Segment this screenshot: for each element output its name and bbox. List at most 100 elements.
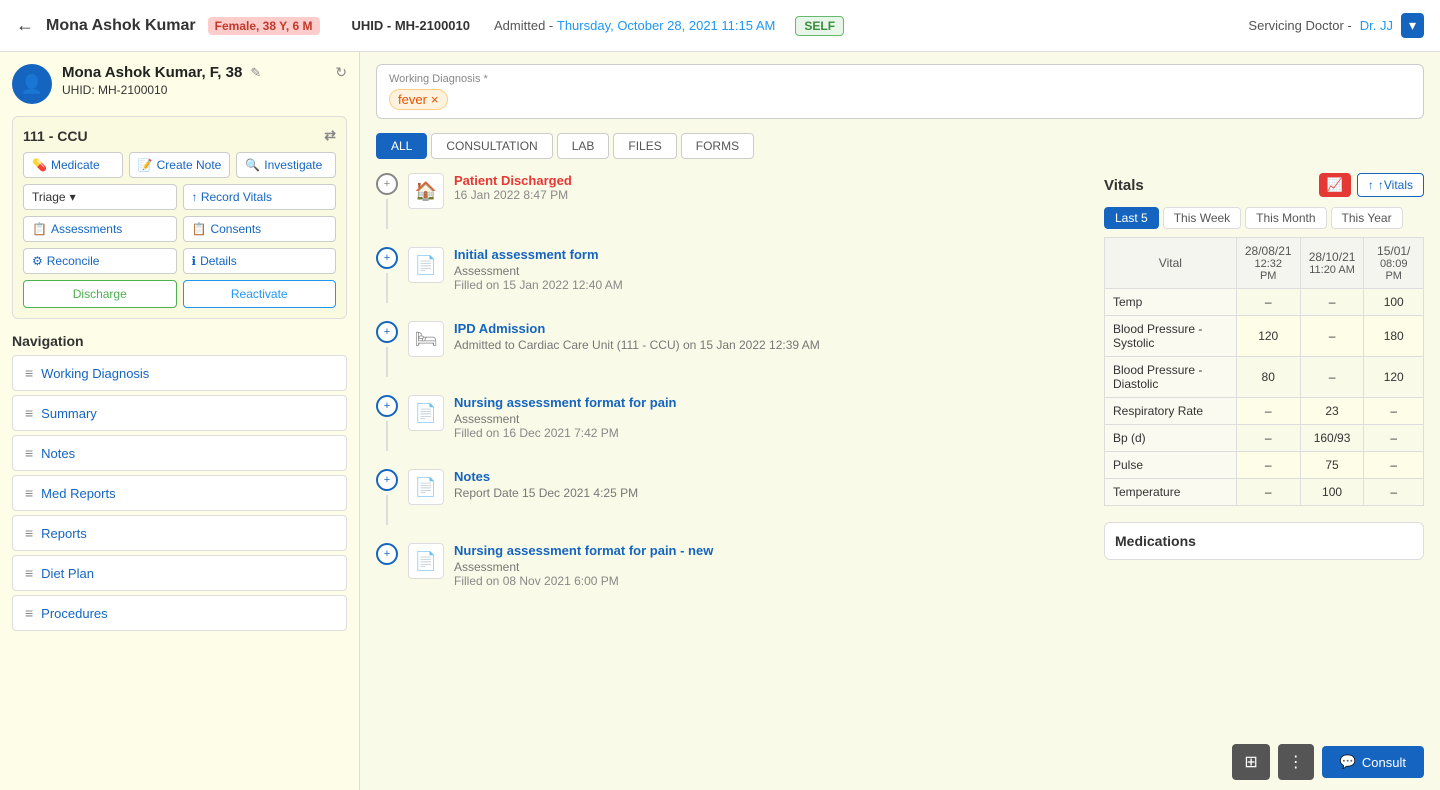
tl-expand-nursing-pain-new[interactable]: + [376,543,398,565]
grid-view-button[interactable]: ⊞ [1232,744,1269,780]
ward-box: 111 - CCU ⇄ 💊 Medicate 📝 Create Note 🔍 I… [12,116,347,319]
nav-item-reports[interactable]: ≡Reports [12,515,347,551]
tab-all[interactable]: ALL [376,133,427,159]
nav-item-summary[interactable]: ≡Summary [12,395,347,431]
timeline-column: + 🏠 Patient Discharged 16 Jan 2022 8:47 … [376,173,1088,606]
patient-info: Mona Ashok Kumar, F, 38 ✎ UHID: MH-21000… [62,64,325,97]
tl-title-nursing-pain-new[interactable]: Nursing assessment format for pain - new [454,543,1088,558]
nav-item-diet-plan[interactable]: ≡Diet Plan [12,555,347,591]
triage-dropdown-icon: ▾ [70,190,76,204]
tl-title-patient-discharged[interactable]: Patient Discharged [454,173,1088,188]
reconcile-button[interactable]: ⚙ Reconcile [23,248,177,274]
nav-item-procedures[interactable]: ≡Procedures [12,595,347,631]
vital-name-cell: Blood Pressure - Diastolic [1105,357,1237,398]
tl-title-ipd-admission[interactable]: IPD Admission [454,321,1088,336]
vitals-period-this-week[interactable]: This Week [1163,207,1241,229]
vitals-title: Vitals [1104,177,1144,194]
tl-body-nursing-pain: Nursing assessment format for pain Asses… [454,395,1088,440]
tl-expand-patient-discharged[interactable]: + [376,173,398,195]
tl-title-nursing-pain[interactable]: Nursing assessment format for pain [454,395,1088,410]
vitals-period-this-year[interactable]: This Year [1331,207,1403,229]
medications-section: Medications [1104,522,1424,560]
vital-val2: 160/93 [1300,425,1364,452]
doctor-link[interactable]: Dr. JJ [1360,18,1393,33]
vital-name-cell: Temp [1105,289,1237,316]
tl-sub-notes: Report Date 15 Dec 2021 4:25 PM [454,486,1088,500]
edit-icon[interactable]: ✎ [250,65,261,81]
action-grid-row1: 💊 Medicate 📝 Create Note 🔍 Investigate [23,152,336,178]
vital-name-cell: Blood Pressure - Systolic [1105,316,1237,357]
tl-expand-ipd-admission[interactable]: + [376,321,398,343]
vital-val3: – [1364,479,1424,506]
navigation-title: Navigation [12,333,347,349]
tl-sub-initial-assessment: Assessment [454,264,1088,278]
content-tabs: ALLCONSULTATIONLABFILESFORMS [376,133,1424,159]
patient-card: 👤 Mona Ashok Kumar, F, 38 ✎ UHID: MH-210… [12,64,347,104]
triage-button[interactable]: Triage ▾ [23,184,177,210]
working-diagnosis-section: Working Diagnosis * fever × [376,64,1424,119]
tab-files[interactable]: FILES [613,133,676,159]
nav-item-notes[interactable]: ≡Notes [12,435,347,471]
main-content: Working Diagnosis * fever × ALLCONSULTAT… [360,52,1440,790]
tl-title-initial-assessment[interactable]: Initial assessment form [454,247,1088,262]
tl-expand-notes[interactable]: + [376,469,398,491]
medicate-button[interactable]: 💊 Medicate [23,152,123,178]
tl-body-notes: Notes Report Date 15 Dec 2021 4:25 PM [454,469,1088,500]
nav-icon-working-diagnosis: ≡ [25,365,33,381]
vitals-period-last-5[interactable]: Last 5 [1104,207,1159,229]
medicate-icon: 💊 [32,158,47,172]
vitals-trend-button[interactable]: 📈 [1319,173,1351,197]
discharge-button[interactable]: Discharge [23,280,177,308]
tl-icon-initial-assessment: 📄 [408,247,444,283]
self-badge: SELF [795,16,844,36]
refresh-icon[interactable]: ↻ [335,64,347,81]
back-button[interactable]: ← [16,15,34,36]
header-dropdown-button[interactable]: ▾ [1401,13,1424,38]
fever-tag: fever × [389,89,448,110]
investigate-button[interactable]: 🔍 Investigate [236,152,336,178]
action-row-reconcile: ⚙ Reconcile ℹ Details [23,248,336,274]
tl-expand-initial-assessment[interactable]: + [376,247,398,269]
ward-label: 111 - CCU [23,128,88,144]
vitals-add-button[interactable]: ↑ ↑Vitals [1357,173,1424,197]
consult-icon: 💬 [1340,754,1356,770]
tl-expand-nursing-pain[interactable]: + [376,395,398,417]
nav-item-med-reports[interactable]: ≡Med Reports [12,475,347,511]
uhid-header: UHID - MH-2100010 [352,18,471,33]
tab-forms[interactable]: FORMS [681,133,754,159]
consents-button[interactable]: 📋 Consents [183,216,337,242]
patient-name: Mona Ashok Kumar, F, 38 [62,64,242,81]
vitals-date-col1: 28/08/21 12:32 PM [1236,238,1300,289]
tl-title-notes[interactable]: Notes [454,469,1088,484]
vital-val1: – [1236,398,1300,425]
main-layout: 👤 Mona Ashok Kumar, F, 38 ✎ UHID: MH-210… [0,52,1440,790]
more-options-button[interactable]: ⋮ [1278,744,1314,780]
vital-val3: – [1364,398,1424,425]
details-button[interactable]: ℹ Details [183,248,337,274]
consult-button[interactable]: 💬 Consult [1322,746,1424,778]
investigate-icon: 🔍 [245,158,260,172]
vitals-add-icon: ↑ [1368,178,1374,192]
tab-lab[interactable]: LAB [557,133,610,159]
timeline-item-notes: + 📄 Notes Report Date 15 Dec 2021 4:25 P… [376,469,1088,525]
tl-body-initial-assessment: Initial assessment form Assessment Fille… [454,247,1088,292]
timeline-item-nursing-pain-new: + 📄 Nursing assessment format for pain -… [376,543,1088,588]
assessments-button[interactable]: 📋 Assessments [23,216,177,242]
medications-title: Medications [1115,533,1413,549]
ward-transfer-icon[interactable]: ⇄ [324,127,336,144]
tab-consultation[interactable]: CONSULTATION [431,133,552,159]
header-right: Servicing Doctor - Dr. JJ ▾ [1248,13,1424,38]
create-note-button[interactable]: 📝 Create Note [129,152,231,178]
timeline-item-initial-assessment: + 📄 Initial assessment form Assessment F… [376,247,1088,303]
record-vitals-button[interactable]: ↑ Record Vitals [183,184,337,210]
tl-date-initial-assessment: Filled on 15 Jan 2022 12:40 AM [454,278,1088,292]
nav-item-working-diagnosis[interactable]: ≡Working Diagnosis [12,355,347,391]
vitals-period-this-month[interactable]: This Month [1245,207,1326,229]
admitted-date-link[interactable]: Thursday, October 28, 2021 11:15 AM [557,18,775,33]
assessments-icon: 📋 [32,222,47,236]
gender-badge: Female, 38 Y, 6 M [208,17,320,35]
reactivate-button[interactable]: Reactivate [183,280,337,308]
vital-name-cell: Bp (d) [1105,425,1237,452]
fever-remove-button[interactable]: × [431,92,439,107]
nav-icon-procedures: ≡ [25,605,33,621]
